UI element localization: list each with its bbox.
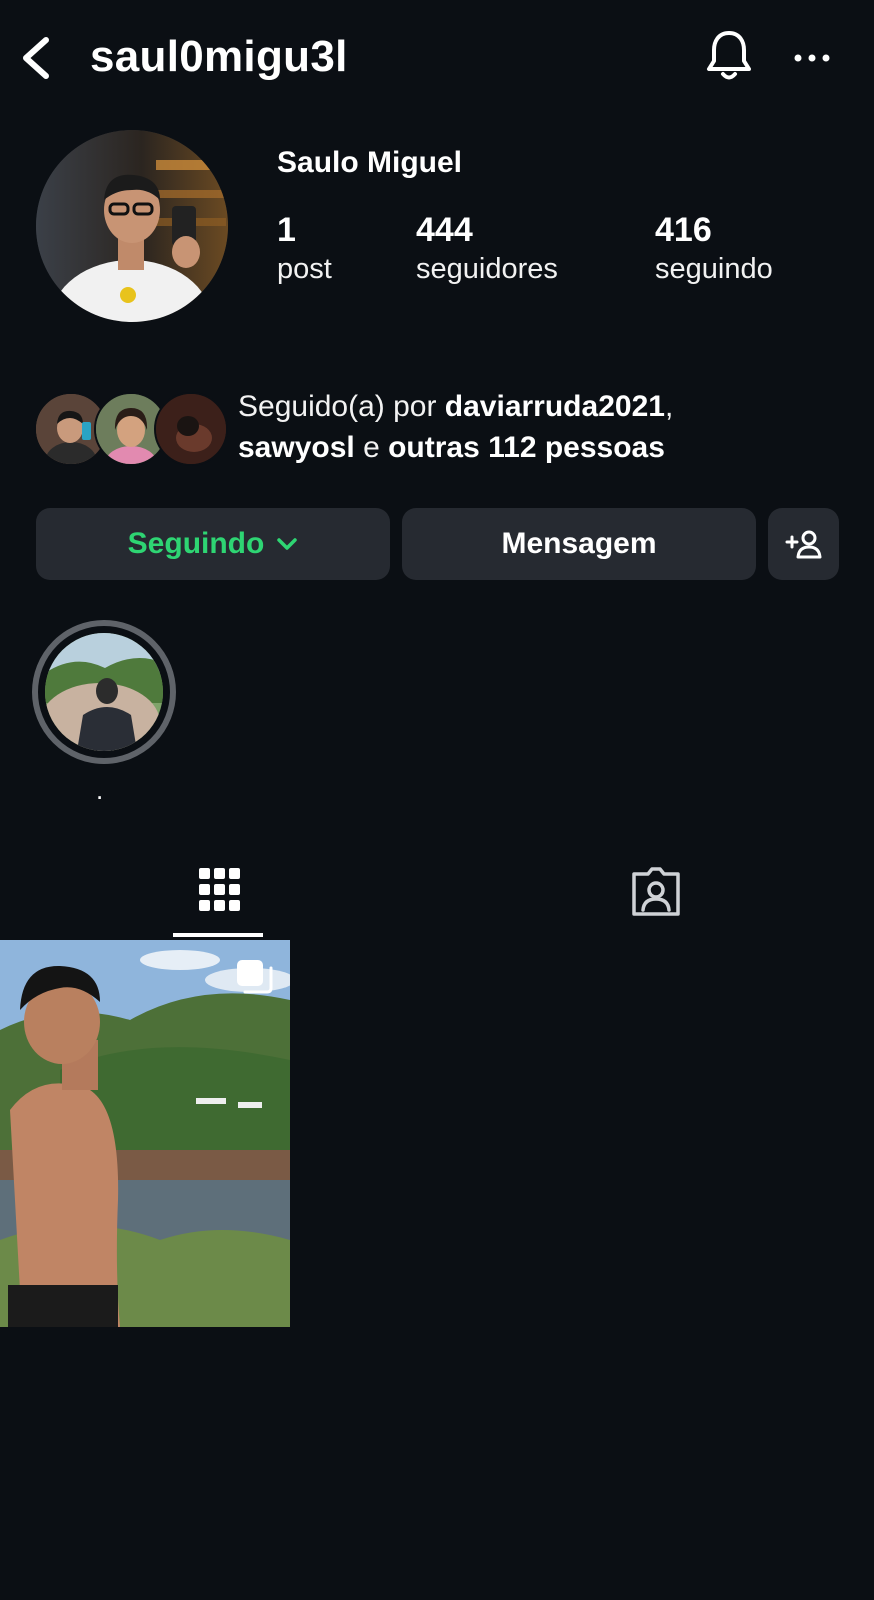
- back-chevron-icon[interactable]: [18, 34, 58, 82]
- followers-count[interactable]: 444 seguidores: [416, 210, 558, 288]
- tagged-person-icon: [631, 867, 680, 916]
- followed-by-text[interactable]: Seguido(a) por daviarruda2021, sawyosl e …: [238, 386, 838, 468]
- multiple-images-icon: [237, 960, 273, 994]
- grid-icon: [198, 868, 240, 911]
- following-button[interactable]: Seguindo: [36, 508, 390, 580]
- posts-count: 1 post: [277, 210, 332, 288]
- profile-username: saul0migu3l: [90, 32, 348, 81]
- active-tab-indicator: [173, 933, 263, 937]
- mutual-user-link[interactable]: sawyosl: [238, 431, 355, 464]
- profile-full-name: Saulo Miguel: [277, 146, 463, 179]
- story-highlight[interactable]: [32, 620, 176, 764]
- story-highlight-label: .: [96, 775, 104, 805]
- post-thumbnail[interactable]: [0, 940, 290, 1327]
- followers-count-value: 444: [416, 211, 473, 249]
- suggest-users-button[interactable]: [768, 508, 839, 580]
- profile-avatar[interactable]: [36, 130, 228, 322]
- following-count[interactable]: 416 seguindo: [655, 210, 773, 288]
- bell-icon[interactable]: [704, 28, 754, 84]
- chevron-down-icon: [277, 538, 298, 550]
- following-button-label: Seguindo: [127, 527, 265, 560]
- mutual-others-link[interactable]: outras 112 pessoas: [388, 431, 665, 464]
- following-count-value: 416: [655, 211, 712, 249]
- message-button-label: Mensagem: [501, 527, 657, 560]
- add-user-icon: [785, 530, 821, 559]
- followed-by-conjunction: e: [354, 431, 389, 464]
- followed-by-prefix: Seguido(a) por: [238, 390, 445, 423]
- posts-count-label: post: [277, 253, 332, 285]
- message-button[interactable]: Mensagem: [402, 508, 756, 580]
- mutual-avatar-3: [154, 392, 228, 466]
- mutual-follower-avatars[interactable]: [34, 392, 228, 466]
- posts-count-value: 1: [277, 211, 296, 249]
- followers-count-label: seguidores: [416, 253, 558, 285]
- tab-tagged[interactable]: [437, 852, 874, 938]
- following-count-label: seguindo: [655, 253, 773, 285]
- more-horizontal-icon[interactable]: [790, 40, 834, 76]
- story-highlight-cover: [45, 633, 163, 751]
- mutual-user-link[interactable]: daviarruda2021: [445, 390, 665, 423]
- followed-by-comma: ,: [664, 390, 674, 423]
- tab-posts-grid[interactable]: [0, 852, 437, 938]
